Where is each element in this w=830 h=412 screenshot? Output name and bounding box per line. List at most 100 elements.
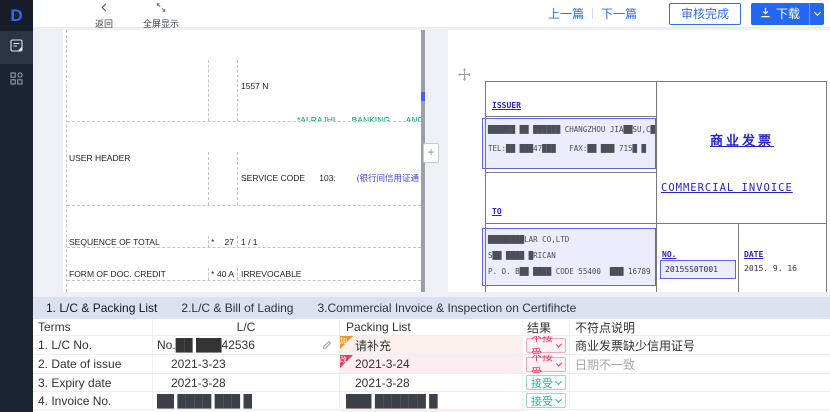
swift-tag: 40 A: [217, 269, 234, 280]
discrepancy-cell[interactable]: 商业发票缺少信用证号: [570, 336, 830, 354]
invoice-table: ISSUER ██████ ██ ██████ CHANGZHOU JIA██S…: [485, 81, 827, 292]
back-label: 返回: [95, 17, 113, 30]
col-header-terms: Terms: [33, 319, 153, 335]
table-row: 2. Date of issue 2021-3-23 改 2021-3-24 不…: [33, 355, 830, 374]
table-row: 3. Expiry date 2021-3-28 2021-3-28 接受: [33, 374, 830, 392]
discrepancy-cell[interactable]: [570, 374, 830, 391]
topbar: 返回 全屏显示 上一篇 下一篇 审核完成 下载: [33, 0, 830, 28]
move-handle-icon[interactable]: [458, 68, 471, 86]
result-cell: 接受: [523, 392, 570, 409]
swift-label: SEQUENCE OF TOTAL: [67, 236, 208, 248]
swift-tag: [208, 152, 238, 205]
scrollbar-marker: [421, 92, 425, 101]
tab-commercial-invoice[interactable]: 3.Commercial Invoice & Inspection on Cer…: [317, 301, 576, 315]
invoice-title-cn: 商业发票: [656, 130, 828, 149]
bank-name-line: *ALRAJHI BANKING AND: [241, 115, 421, 121]
packing-list-cell: 加 请补充: [340, 336, 523, 354]
invoice-no-value: 2015SS0T001: [665, 265, 731, 274]
table-border: [738, 223, 739, 292]
sidebar: D: [0, 0, 33, 412]
to-highlight[interactable]: ████████LAR CO,LTD S██ ████ █RICAN P. O.…: [482, 228, 656, 286]
issuer-label: ISSUER: [492, 101, 521, 110]
changed-corner-badge: 改: [340, 355, 353, 368]
result-select[interactable]: 接受: [526, 393, 566, 408]
sidebar-item-documents[interactable]: [0, 31, 33, 64]
basic-header-value: 1557 N: [241, 81, 421, 92]
mandatory-star: *: [211, 269, 214, 280]
result-select[interactable]: 不接受: [526, 338, 566, 353]
download-options-button[interactable]: [809, 3, 824, 25]
chevron-down-icon: [555, 378, 562, 385]
zoom-in-button[interactable]: +: [423, 143, 439, 163]
swift-label: USER HEADER: [67, 152, 208, 205]
next-doc-link[interactable]: 下一篇: [601, 5, 637, 22]
invoice-no-label: NO.: [662, 250, 676, 259]
comparison-panel: 1. L/C & Packing List 2.L/C & Bill of La…: [33, 297, 830, 412]
fullscreen-label: 全屏显示: [143, 17, 179, 30]
issuer-highlight[interactable]: ██████ ██ ██████ CHANGZHOU JIA██SU,C██ N…: [482, 118, 656, 169]
bank-stamp-annotation: 知专用章): [241, 204, 421, 205]
sidebar-item-apps[interactable]: [0, 64, 33, 97]
table-border: [656, 82, 657, 292]
divider: [592, 8, 593, 19]
swift-value: SERVICE CODE 103: (银行间信用证通 知专用章) BANK. P…: [238, 152, 421, 205]
term-cell: 1. L/C No.: [33, 336, 153, 354]
download-label: 下载: [776, 5, 800, 22]
download-button[interactable]: 下载: [751, 3, 809, 25]
swift-value: 1557 N *ALRAJHI BANKING AND INVESTMENT *…: [238, 60, 421, 121]
chevron-left-icon: [100, 0, 108, 17]
packing-list-cell: ███ ██████ █: [340, 392, 523, 409]
result-cell: 接受: [523, 374, 570, 391]
download-split-button: 下载: [751, 3, 824, 25]
swift-row: SEQUENCE OF TOTAL *27 1 / 1: [67, 236, 421, 248]
result-select[interactable]: 接受: [526, 375, 566, 390]
to-line: ████████LAR CO,LTD: [488, 235, 650, 244]
chevron-down-icon: [813, 9, 820, 16]
discrepancy-cell[interactable]: [570, 392, 830, 409]
col-header-packing-list: Packing List: [340, 319, 523, 335]
app-window: D 返回 全屏显示 上一篇 下一篇: [0, 0, 830, 412]
fullscreen-button[interactable]: 全屏显示: [143, 0, 179, 30]
col-header-result: 结果: [523, 319, 570, 335]
to-label: TO: [492, 207, 502, 216]
to-line: P. O. B██ ████ CODE 55400 ███ 16789 █ ██: [488, 267, 650, 276]
result-cell: 不接受: [523, 336, 570, 354]
lc-cell: 2021-3-23: [153, 355, 340, 373]
swift-table: 1557 N *ALRAJHI BANKING AND INVESTMENT *…: [66, 30, 421, 292]
result-value: 不接受: [531, 336, 557, 354]
issuer-line: ██████ ██ ██████ CHANGZHOU JIA██SU,C██ N…: [488, 125, 650, 134]
swift-label: [67, 60, 208, 121]
bank-stamp-annotation: (银行间信用证通: [357, 173, 419, 184]
table-row: 1. L/C No. No.██ ███42536 加 请补充 不接受 商业发票…: [33, 336, 830, 355]
invoice-document-pane[interactable]: ISSUER ██████ ██ ██████ CHANGZHOU JIA██S…: [448, 30, 830, 292]
swift-tag: 27: [225, 237, 234, 248]
tab-lc-packing-list[interactable]: 1. L/C & Packing List: [46, 301, 157, 315]
table-border: [486, 223, 826, 224]
edit-pencil-icon[interactable]: [322, 340, 332, 350]
mandatory-star: *: [211, 237, 214, 248]
invoice-title-en: COMMERCIAL INVOICE: [661, 182, 793, 194]
term-cell: 2. Date of issue: [33, 355, 153, 373]
lc-cell: 2021-3-28: [153, 374, 340, 391]
discrepancy-cell[interactable]: 日期不一致: [570, 355, 830, 373]
prev-doc-link[interactable]: 上一篇: [548, 5, 584, 22]
lc-document-pane[interactable]: 1557 N *ALRAJHI BANKING AND INVESTMENT *…: [63, 30, 421, 292]
result-select[interactable]: 不接受: [526, 357, 566, 372]
app-logo: D: [0, 0, 33, 31]
tab-lc-bill-of-lading[interactable]: 2.L/C & Bill of Lading: [181, 301, 293, 315]
packing-list-value: 请补充: [355, 337, 391, 354]
invoice-no-highlight[interactable]: 2015SS0T001: [660, 260, 736, 279]
result-cell: 不接受: [523, 355, 570, 373]
swift-row-header-partial: 1557 N *ALRAJHI BANKING AND INVESTMENT *…: [67, 60, 421, 122]
swift-label: FORM OF DOC. CREDIT: [67, 268, 208, 280]
col-header-discrepancy: 不符点说明: [570, 319, 830, 335]
lc-value: No.██ ███42536: [157, 338, 255, 352]
packing-list-value: 2021-3-28: [355, 376, 410, 390]
download-icon: [760, 7, 771, 21]
review-complete-button[interactable]: 审核完成: [669, 3, 741, 25]
comparison-tabbar: 1. L/C & Packing List 2.L/C & Bill of La…: [33, 297, 830, 319]
result-value: 不接受: [531, 355, 557, 373]
back-button[interactable]: 返回: [95, 0, 113, 30]
service-code: SERVICE CODE 103:: [241, 173, 336, 184]
invoice-date-label: DATE: [744, 250, 763, 259]
